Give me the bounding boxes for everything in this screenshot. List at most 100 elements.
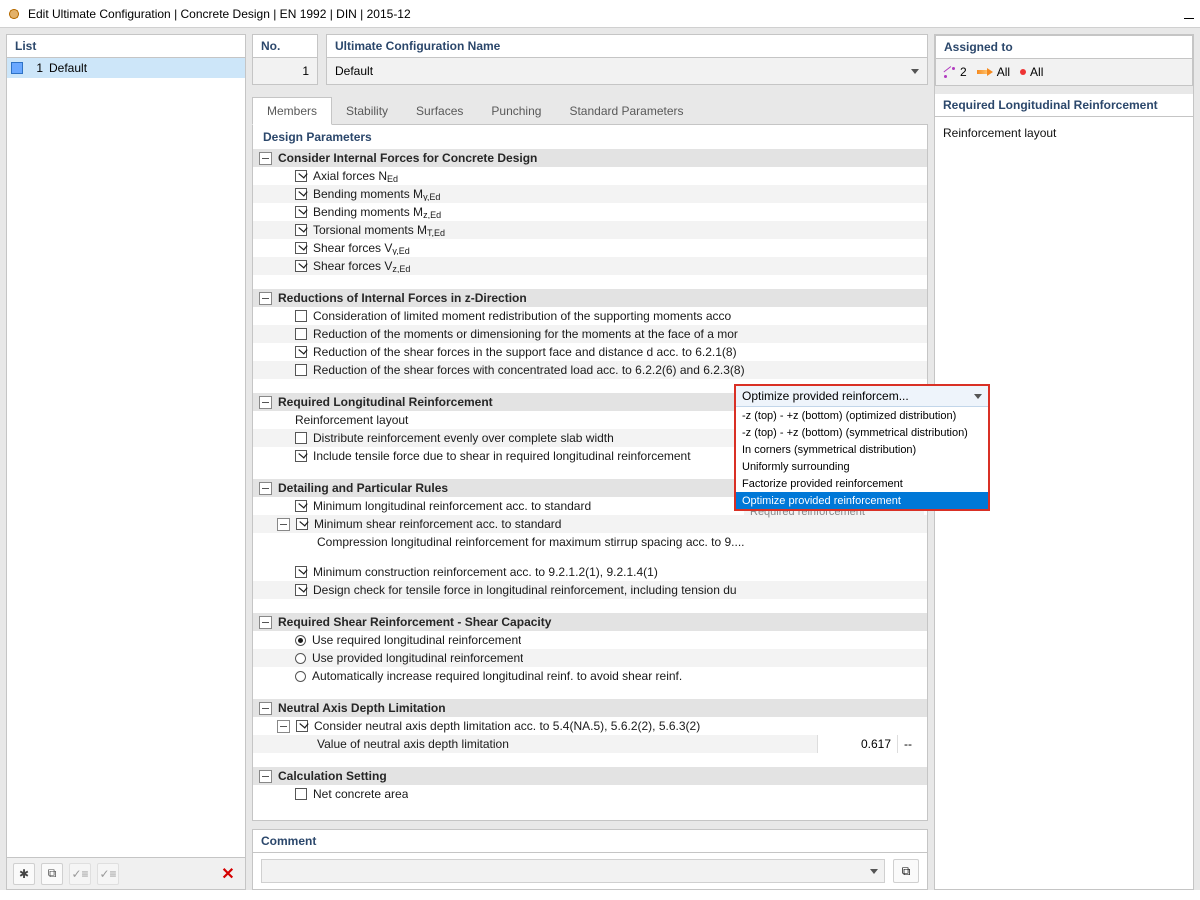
checkbox[interactable] <box>295 788 307 800</box>
name-value: Default <box>335 64 373 78</box>
collapse-icon <box>259 482 272 495</box>
checkbox[interactable] <box>296 720 308 732</box>
checkbox[interactable] <box>295 346 307 358</box>
checkbox[interactable] <box>295 310 307 322</box>
checkbox[interactable] <box>295 224 307 236</box>
radio[interactable] <box>295 635 306 646</box>
checkbox[interactable] <box>295 566 307 578</box>
checkbox[interactable] <box>295 328 307 340</box>
assigned-chip-nodes[interactable]: All <box>1020 65 1043 79</box>
group-calc-setting[interactable]: Calculation Setting <box>253 767 927 785</box>
row-svz[interactable]: Shear forces Vz,Ed <box>253 257 927 275</box>
surfaces-icon <box>977 66 993 78</box>
collapse-icon <box>259 292 272 305</box>
checkbox[interactable] <box>295 206 307 218</box>
new-config-button[interactable]: ✱ <box>13 863 35 885</box>
assigned-chip-members[interactable]: 2 <box>944 65 967 79</box>
row-axial[interactable]: Axial forces NEd <box>253 167 927 185</box>
radio[interactable] <box>295 671 306 682</box>
tab-surfaces[interactable]: Surfaces <box>402 98 477 124</box>
minimize-button[interactable] <box>1184 3 1194 19</box>
group-reductions[interactable]: Reductions of Internal Forces in z-Direc… <box>253 289 927 307</box>
window-title: Edit Ultimate Configuration | Concrete D… <box>28 7 411 21</box>
collapse-icon <box>259 152 272 165</box>
group-shear-cap[interactable]: Required Shear Reinforcement - Shear Cap… <box>253 613 927 631</box>
row-design-tensile[interactable]: Design check for tensile force in longit… <box>253 581 927 599</box>
row-bmz[interactable]: Bending moments Mz,Ed <box>253 203 927 221</box>
row-net-concrete[interactable]: Net concrete area <box>253 785 927 803</box>
checkbox[interactable] <box>295 242 307 254</box>
row-consider-na[interactable]: Consider neutral axis depth limitation a… <box>253 717 927 735</box>
dropdown-option[interactable]: In corners (symmetrical distribution) <box>736 441 988 458</box>
name-dropdown[interactable]: Default <box>327 58 927 84</box>
dropdown-option[interactable]: -z (top) - +z (bottom) (optimized distri… <box>736 407 988 424</box>
collapse-icon <box>277 720 290 733</box>
checkbox[interactable] <box>295 500 307 512</box>
radio[interactable] <box>295 653 306 664</box>
row-red2[interactable]: Reduction of the moments or dimensioning… <box>253 325 927 343</box>
row-svy[interactable]: Shear forces Vy,Ed <box>253 239 927 257</box>
row-compression[interactable]: Compression longitudinal reinforcement f… <box>253 533 927 551</box>
copy-config-button[interactable]: ⧉ <box>41 863 63 885</box>
na-value[interactable]: 0.617 <box>817 735 897 753</box>
assigned-row: 2 All All <box>936 59 1192 85</box>
checkbox[interactable] <box>295 260 307 272</box>
checklist2-button[interactable]: ✓≡ <box>97 863 119 885</box>
config-number: 1 <box>29 61 43 75</box>
nodes-icon <box>1020 69 1026 75</box>
reinforcement-layout-dropdown[interactable]: Optimize provided reinforcem... -z (top)… <box>734 384 990 511</box>
checkbox[interactable] <box>295 584 307 596</box>
collapse-icon <box>259 396 272 409</box>
comment-input[interactable] <box>261 859 885 883</box>
tab-punching[interactable]: Punching <box>477 98 555 124</box>
tab-standard-params[interactable]: Standard Parameters <box>555 98 697 124</box>
checklist-button[interactable]: ✓≡ <box>69 863 91 885</box>
row-torsion[interactable]: Torsional moments MT,Ed <box>253 221 927 239</box>
config-list: 1 Default <box>7 58 245 857</box>
row-use-req[interactable]: Use required longitudinal reinforcement <box>253 631 927 649</box>
dropdown-selected[interactable]: Optimize provided reinforcem... <box>736 386 988 407</box>
row-na-value[interactable]: Value of neutral axis depth limitation 0… <box>253 735 927 753</box>
comment-header: Comment <box>253 830 927 853</box>
main-columns: List 1 Default ✱ ⧉ ✓≡ ✓≡ ✕ No. 1 Ultimat… <box>0 28 1200 890</box>
checkbox[interactable] <box>296 518 308 530</box>
row-red3[interactable]: Reduction of the shear forces in the sup… <box>253 343 927 361</box>
dropdown-option[interactable]: Factorize provided reinforcement <box>736 475 988 492</box>
no-box: No. 1 <box>252 34 318 85</box>
delete-config-button[interactable]: ✕ <box>217 863 239 885</box>
dropdown-option[interactable]: -z (top) - +z (bottom) (symmetrical dist… <box>736 424 988 441</box>
titlebar: Edit Ultimate Configuration | Concrete D… <box>0 0 1200 28</box>
row-bmy[interactable]: Bending moments My,Ed <box>253 185 927 203</box>
dropdown-list: -z (top) - +z (bottom) (optimized distri… <box>736 407 988 509</box>
row-auto-inc[interactable]: Automatically increase required longitud… <box>253 667 927 685</box>
group-internal-forces[interactable]: Consider Internal Forces for Concrete De… <box>253 149 927 167</box>
left-panel-header: List <box>7 35 245 58</box>
row-red1[interactable]: Consideration of limited moment redistri… <box>253 307 927 325</box>
config-name: Default <box>49 61 87 75</box>
mid-header-row: No. 1 Ultimate Configuration Name Defaul… <box>252 34 928 85</box>
comment-library-button[interactable]: ⧉ <box>893 859 919 883</box>
group-neutral-axis[interactable]: Neutral Axis Depth Limitation <box>253 699 927 717</box>
dropdown-option[interactable]: Uniformly surrounding <box>736 458 988 475</box>
no-value[interactable]: 1 <box>253 58 317 84</box>
tab-members[interactable]: Members <box>252 97 332 125</box>
dropdown-option-active[interactable]: Optimize provided reinforcement <box>736 492 988 509</box>
row-red4[interactable]: Reduction of the shear forces with conce… <box>253 361 927 379</box>
checkbox[interactable] <box>295 432 307 444</box>
checkbox[interactable] <box>295 450 307 462</box>
tab-stability[interactable]: Stability <box>332 98 402 124</box>
checkbox[interactable] <box>295 188 307 200</box>
row-min-constr[interactable]: Minimum construction reinforcement acc. … <box>253 563 927 581</box>
no-header: No. <box>253 35 317 58</box>
app-icon <box>6 6 22 22</box>
tabs: Members Stability Surfaces Punching Stan… <box>252 95 928 125</box>
assigned-box: Assigned to 2 All All <box>935 35 1193 86</box>
checkbox[interactable] <box>295 364 307 376</box>
checkbox[interactable] <box>295 170 307 182</box>
config-list-item[interactable]: 1 Default <box>7 58 245 78</box>
right-context-line: Reinforcement layout <box>943 123 1185 143</box>
assigned-chip-surfaces[interactable]: All <box>977 65 1010 79</box>
row-use-prov[interactable]: Use provided longitudinal reinforcement <box>253 649 927 667</box>
design-params-title: Design Parameters <box>253 125 927 149</box>
left-panel: List 1 Default ✱ ⧉ ✓≡ ✓≡ ✕ <box>6 34 246 890</box>
